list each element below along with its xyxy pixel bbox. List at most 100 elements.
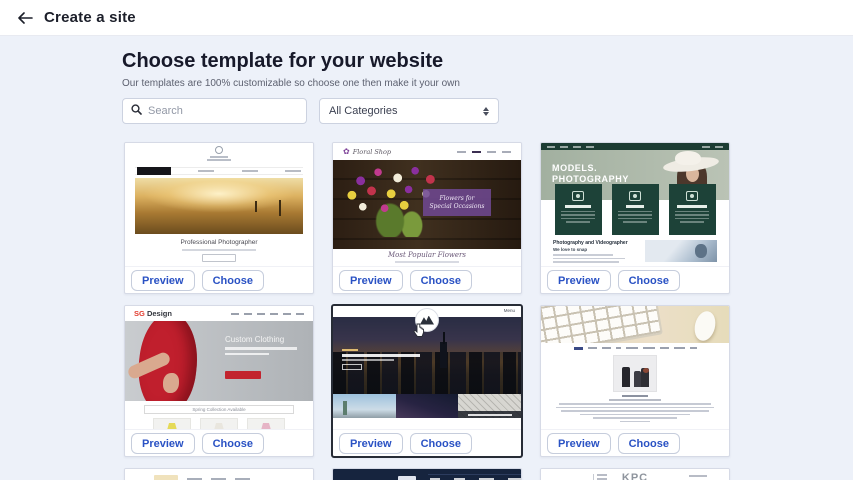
choose-button[interactable]: Choose: [618, 433, 680, 454]
card-actions: Preview Choose: [541, 266, 729, 294]
flower-logo-icon: ✿: [343, 148, 350, 156]
preview-button[interactable]: Preview: [339, 433, 403, 454]
nav-tab: [285, 170, 301, 172]
choose-button[interactable]: Choose: [202, 433, 264, 454]
product-tile: [153, 418, 191, 429]
template-logo-text: SG Design: [134, 309, 172, 318]
product-tile: [200, 418, 238, 429]
statue-of-liberty-image: [333, 394, 396, 418]
white-hat-crown: [675, 151, 701, 165]
page-title: Create a site: [44, 9, 136, 26]
hero-text-block: Custom Clothing: [225, 335, 297, 355]
fence-post: [255, 201, 257, 212]
paragraph-line: [559, 403, 711, 405]
template-thumbnail: Menu: [333, 306, 521, 429]
text-line: [182, 249, 256, 251]
nav-tab-active: [137, 167, 171, 175]
template-card-partial-left[interactable]: [124, 468, 314, 480]
feature-panel: [555, 184, 602, 235]
search-box[interactable]: [122, 98, 307, 124]
category-select[interactable]: All Categories: [319, 98, 499, 124]
card-actions: Preview Choose: [125, 429, 313, 457]
search-icon: [131, 102, 142, 120]
back-arrow-icon[interactable]: [14, 7, 36, 29]
template-card-city-travel[interactable]: Menu: [332, 305, 522, 457]
template-inner-title: Custom Clothing: [225, 335, 297, 344]
preview-button[interactable]: Preview: [547, 433, 611, 454]
text-line: [609, 399, 661, 401]
main-content: Choose template for your website Our tem…: [0, 36, 853, 480]
gallery-row: [333, 394, 521, 418]
office-people-photo: [613, 355, 657, 392]
choose-button[interactable]: Choose: [202, 270, 264, 291]
feature-panel: [669, 184, 716, 235]
nav-tab-active: [154, 475, 178, 480]
paragraph-line: [593, 417, 677, 419]
preview-button[interactable]: Preview: [131, 433, 195, 454]
thumb-header: ✿ Floral Shop: [333, 143, 521, 160]
template-thumbnail: [125, 469, 313, 480]
hero-caption: [342, 349, 420, 371]
footer-text-block: Photography and Videographer We love to …: [553, 240, 628, 263]
fence-post: [279, 200, 281, 216]
sunset-field-photo: [135, 178, 303, 234]
tulip-bouquet-photo: Flowers for Special Occasions: [333, 160, 521, 249]
filter-bar: All Categories: [122, 98, 499, 124]
template-thumbnail: Professional Photographer: [125, 143, 313, 266]
video-icon: [686, 191, 698, 201]
feature-panel: [612, 184, 659, 235]
thumb-header: SG Design: [125, 306, 313, 321]
template-thumbnail: [333, 469, 521, 480]
red-dress-hero-photo: Custom Clothing: [125, 321, 313, 401]
text-lines: [597, 474, 607, 480]
template-card-floral-shop[interactable]: ✿ Floral Shop Flowers for Special Occasi…: [332, 142, 522, 294]
thumb-nav: [541, 143, 729, 150]
camera-icon: [572, 191, 584, 201]
overlay-line: Special Occasions: [429, 203, 484, 211]
text-line: [689, 475, 707, 477]
photo-icon: [629, 191, 641, 201]
preview-button[interactable]: Preview: [131, 270, 195, 291]
paragraph-line: [580, 414, 690, 416]
thumb-nav: [154, 475, 284, 480]
template-thumbnail: SG Design Custom Clothing Spring Collec: [125, 306, 313, 429]
hero-overlay-banner: Flowers for Special Occasions: [423, 189, 491, 216]
overlay-line: Flowers for: [439, 195, 474, 203]
select-chevrons-icon: [483, 107, 489, 116]
choose-button[interactable]: Choose: [410, 270, 472, 291]
thumb-nav: [428, 474, 521, 480]
template-card-models-photography[interactable]: MODELS. PHOTOGRAPHY: [540, 142, 730, 294]
paragraph-line: [561, 410, 709, 412]
keyboard: [541, 306, 662, 343]
nav-button: [398, 476, 416, 480]
night-sky-image: [396, 394, 459, 418]
menu-label: Menu: [504, 308, 515, 313]
template-card-sg-design[interactable]: SG Design Custom Clothing Spring Collec: [124, 305, 314, 457]
template-inner-title: Professional Photographer: [125, 239, 313, 246]
thumb-nav: [135, 167, 303, 175]
template-card-kpc[interactable]: KPC: [540, 468, 730, 480]
choose-button[interactable]: Choose: [410, 433, 472, 454]
subtitle: Our templates are 100% customizable so c…: [122, 78, 460, 89]
template-grid: Professional Photographer Preview Choose…: [124, 142, 730, 480]
template-inner-title: Most Popular Flowers: [333, 251, 521, 259]
template-thumbnail: [541, 306, 729, 429]
template-card-partial-navy[interactable]: [332, 468, 522, 480]
mouse: [692, 309, 719, 343]
template-card-business[interactable]: Preview Choose: [540, 305, 730, 457]
thumb-nav: [541, 347, 729, 350]
preview-button[interactable]: Preview: [339, 270, 403, 291]
mouse-cursor-icon: [412, 323, 425, 338]
thumb-nav: [457, 151, 511, 153]
divider: [593, 474, 594, 480]
preview-button[interactable]: Preview: [547, 270, 611, 291]
search-input[interactable]: [148, 105, 288, 117]
template-thumbnail: KPC: [541, 469, 729, 480]
template-thumbnail: ✿ Floral Shop Flowers for Special Occasi…: [333, 143, 521, 266]
choose-button[interactable]: Choose: [618, 270, 680, 291]
template-card-photographer[interactable]: Professional Photographer Preview Choose: [124, 142, 314, 294]
thumb-footer: Spring Collection Available: [125, 401, 313, 429]
topbar: Create a site: [0, 0, 853, 36]
page-header: Choose template for your website Our tem…: [122, 50, 460, 89]
skyscraper: [440, 342, 447, 368]
